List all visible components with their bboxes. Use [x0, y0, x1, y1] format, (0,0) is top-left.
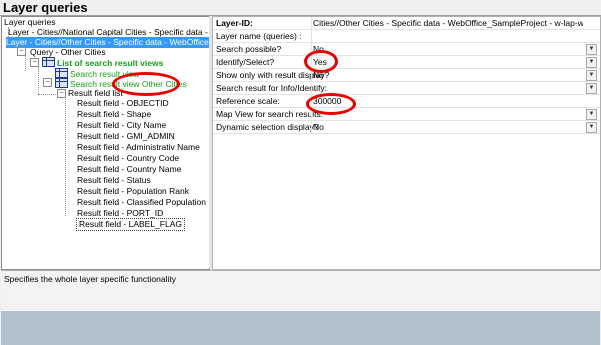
- tree-item-label: List of search result views: [57, 58, 164, 68]
- tree-search-result-views[interactable]: List of search result views: [42, 57, 163, 68]
- tree-result-field[interactable]: Result field - Classified Population Ran: [77, 197, 209, 208]
- highlight-ring: [304, 50, 338, 73]
- table-icon: [42, 57, 55, 67]
- layer-tree[interactable]: Layer queries Layer - Cities//National C…: [1, 16, 210, 270]
- property-value[interactable]: No: [313, 70, 583, 80]
- property-row-search-result-info[interactable]: Search result for Info/Identify: ▼: [213, 82, 600, 95]
- tree-result-field[interactable]: Result field - OBJECTID: [77, 98, 169, 109]
- property-value[interactable]: No: [313, 122, 583, 132]
- property-label: Reference scale:: [216, 96, 280, 106]
- chevron-down-icon[interactable]: ▼: [586, 44, 597, 55]
- tree-result-field[interactable]: Result field - Population Rank: [77, 186, 189, 197]
- property-row-search-possible[interactable]: Search possible? No ▼: [213, 43, 600, 56]
- tree-result-field[interactable]: Result field - Country Name: [77, 164, 181, 175]
- chevron-down-icon[interactable]: ▼: [586, 109, 597, 120]
- tree-item-label: Layer - Cities//National Capital Cities …: [8, 27, 209, 37]
- window-title: Layer queries: [3, 0, 88, 15]
- property-row-identify-select[interactable]: Identify/Select? Yes ▼: [213, 56, 600, 69]
- property-label: Layer-ID:: [216, 18, 253, 28]
- property-label: Search possible?: [216, 44, 282, 54]
- description-panel: Specifies the whole layer specific funct…: [1, 270, 600, 345]
- collapse-icon[interactable]: −: [17, 47, 26, 56]
- table-icon: [55, 68, 68, 78]
- chevron-down-icon[interactable]: ▼: [586, 57, 597, 68]
- description-footer: [1, 311, 600, 345]
- property-label: Map View for search results:: [216, 109, 324, 119]
- tree-item-label: Layer - Cities//Other Cities - Specific …: [6, 37, 210, 47]
- property-row-reference-scale[interactable]: Reference scale: 300000: [213, 95, 600, 108]
- property-value[interactable]: Cities//Other Cities - Specific data - W…: [313, 18, 583, 28]
- tree-result-field-focused[interactable]: Result field - LABEL_FLAG: [76, 218, 185, 231]
- description-text: Specifies the whole layer specific funct…: [4, 274, 176, 284]
- tree-line: [38, 94, 58, 95]
- property-row-map-view[interactable]: Map View for search results: ▼: [213, 108, 600, 121]
- property-label: Identify/Select?: [216, 57, 275, 67]
- collapse-icon[interactable]: −: [30, 58, 39, 67]
- property-label: Dynamic selection display?: [216, 122, 319, 132]
- property-value[interactable]: Yes: [313, 57, 583, 67]
- tree-result-field[interactable]: Result field - Shape: [77, 109, 151, 120]
- tree-result-field[interactable]: Result field - Country Code: [77, 153, 179, 164]
- property-label: Layer name (queries) :: [216, 31, 302, 41]
- tree-result-field[interactable]: Result field - Status: [77, 175, 151, 186]
- highlight-ring: [306, 93, 356, 115]
- property-row-show-only-result[interactable]: Show only with result display? No ▼: [213, 69, 600, 82]
- tree-result-field[interactable]: Result field - City Name: [77, 120, 166, 131]
- chevron-down-icon[interactable]: ▼: [586, 83, 597, 94]
- collapse-icon[interactable]: −: [57, 89, 66, 98]
- collapse-icon[interactable]: −: [43, 78, 52, 87]
- table-icon: [55, 78, 68, 88]
- property-row-dynamic-selection[interactable]: Dynamic selection display? No ▼: [213, 121, 600, 134]
- tree-result-field[interactable]: Result field - Administrativ Name: [77, 142, 200, 153]
- chevron-down-icon[interactable]: ▼: [586, 122, 597, 133]
- property-row-layer-id[interactable]: Layer-ID: Cities//Other Cities - Specifi…: [213, 17, 600, 30]
- highlight-ring: [112, 72, 180, 96]
- tree-line: [65, 97, 66, 216]
- property-grid[interactable]: Layer-ID: Cities//Other Cities - Specifi…: [212, 16, 601, 270]
- property-row-layer-name[interactable]: Layer name (queries) :: [213, 30, 600, 43]
- chevron-down-icon[interactable]: ▼: [586, 70, 597, 81]
- property-value[interactable]: No: [313, 44, 583, 54]
- tree-result-field[interactable]: Result field - GMI_ADMIN: [77, 131, 175, 142]
